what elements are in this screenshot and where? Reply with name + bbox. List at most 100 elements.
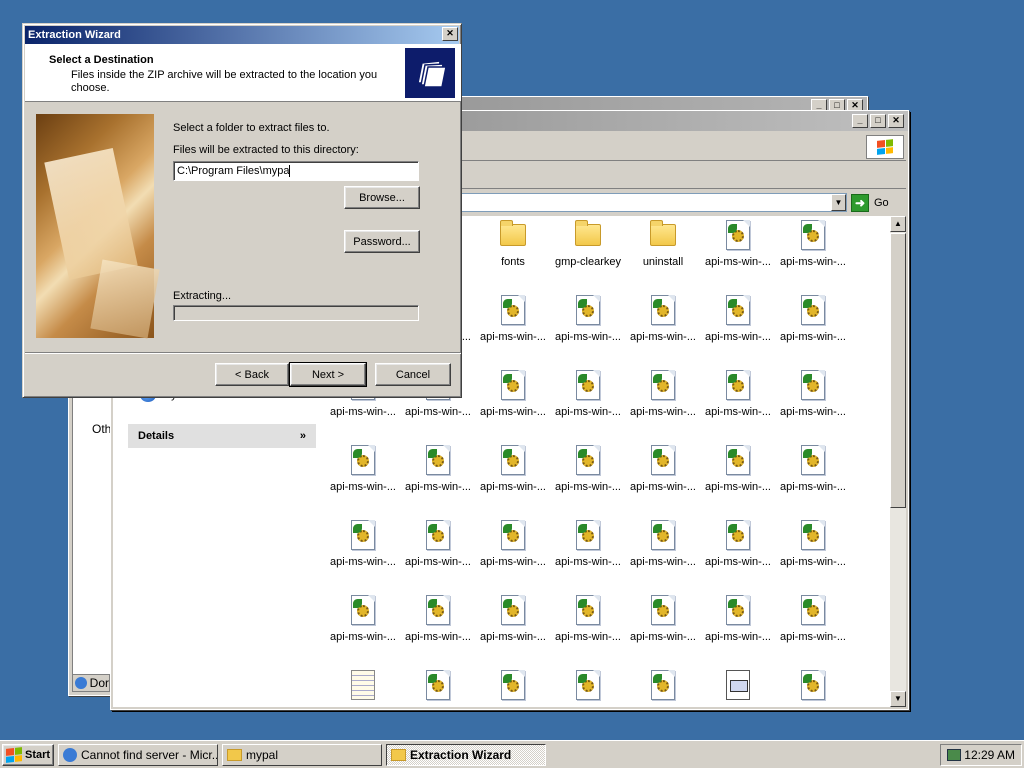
- file-label: api-ms-win-...: [629, 481, 696, 493]
- file-item[interactable]: api-ms-win-...: [777, 520, 849, 568]
- file-item[interactable]: api-ms-win-...: [627, 445, 699, 493]
- file-item[interactable]: api-ms-win-...: [627, 520, 699, 568]
- file-item[interactable]: api-ms-win-...: [627, 595, 699, 643]
- file-item[interactable]: api-ms-win-...: [627, 370, 699, 418]
- file-item[interactable]: api-ms-win-...: [777, 370, 849, 418]
- minimize-button[interactable]: _: [852, 114, 868, 128]
- wizard-side-image: [36, 114, 154, 338]
- go-button[interactable]: ➜ Go: [851, 193, 901, 213]
- file-item[interactable]: [702, 670, 774, 706]
- file-item[interactable]: api-ms-win-...: [477, 595, 549, 643]
- dll-file-icon: [651, 445, 675, 475]
- file-item[interactable]: [777, 670, 849, 706]
- file-item[interactable]: api-ms-win-...: [702, 220, 774, 268]
- dll-file-icon: [501, 670, 525, 700]
- desktop-partial-text: Oth: [92, 422, 112, 436]
- file-item[interactable]: api-ms-win-...: [777, 295, 849, 343]
- file-item[interactable]: api-ms-win-...: [552, 295, 624, 343]
- chevron-down-icon[interactable]: »: [300, 430, 306, 442]
- file-item[interactable]: gmp-clearkey: [552, 220, 624, 268]
- file-item[interactable]: [477, 670, 549, 706]
- dll-file-icon: [576, 295, 600, 325]
- cancel-button[interactable]: Cancel: [375, 363, 451, 386]
- file-item[interactable]: api-ms-win-...: [402, 520, 474, 568]
- network-tray-icon[interactable]: [947, 749, 961, 761]
- file-label: api-ms-win-...: [479, 631, 546, 643]
- file-label: api-ms-win-...: [704, 631, 771, 643]
- details-header[interactable]: Details »: [128, 424, 316, 448]
- dll-file-icon: [426, 445, 450, 475]
- file-item[interactable]: api-ms-win-...: [477, 520, 549, 568]
- file-label: api-ms-win-...: [629, 556, 696, 568]
- file-item[interactable]: api-ms-win-...: [702, 295, 774, 343]
- details-label: Details: [138, 430, 175, 442]
- file-label: api-ms-win-...: [329, 406, 396, 418]
- wizard-titlebar[interactable]: Extraction Wizard: [25, 26, 459, 44]
- file-item[interactable]: api-ms-win-...: [552, 520, 624, 568]
- status-tab-label: Dor: [89, 676, 109, 690]
- file-item[interactable]: api-ms-win-...: [702, 595, 774, 643]
- folder-icon: [650, 220, 676, 246]
- file-item[interactable]: api-ms-win-...: [477, 445, 549, 493]
- windows-logo-icon: [866, 135, 904, 159]
- file-label: api-ms-win-...: [329, 481, 396, 493]
- file-item[interactable]: api-ms-win-...: [477, 295, 549, 343]
- status-tab[interactable]: Dor: [72, 674, 110, 692]
- go-label: Go: [874, 197, 889, 209]
- wizard-title: Extraction Wizard: [28, 29, 121, 41]
- address-input[interactable]: [459, 193, 847, 212]
- file-label: api-ms-win-...: [479, 331, 546, 343]
- file-item[interactable]: api-ms-win-...: [402, 445, 474, 493]
- file-item[interactable]: fonts: [477, 220, 549, 268]
- back-button[interactable]: < Back: [215, 363, 289, 386]
- file-label: fonts: [501, 256, 525, 268]
- file-label: api-ms-win-...: [554, 481, 621, 493]
- go-arrow-icon: ➜: [851, 194, 869, 212]
- password-button[interactable]: Password...: [344, 230, 420, 253]
- browse-button[interactable]: Browse...: [344, 186, 420, 209]
- dll-file-icon: [501, 445, 525, 475]
- file-item[interactable]: api-ms-win-...: [777, 220, 849, 268]
- scroll-down-button[interactable]: ▼: [890, 691, 906, 707]
- file-item[interactable]: api-ms-win-...: [402, 595, 474, 643]
- taskbar-item-browser[interactable]: Cannot find server - Micr...: [58, 744, 218, 766]
- file-item[interactable]: api-ms-win-...: [777, 445, 849, 493]
- file-item[interactable]: api-ms-win-...: [702, 445, 774, 493]
- close-button[interactable]: ✕: [888, 114, 904, 128]
- file-item[interactable]: api-ms-win-...: [552, 370, 624, 418]
- folder-icon: [227, 749, 242, 761]
- file-item[interactable]: api-ms-win-...: [552, 445, 624, 493]
- file-item[interactable]: uninstall: [627, 220, 699, 268]
- file-item[interactable]: [627, 670, 699, 706]
- clock[interactable]: 12:29 AM: [964, 748, 1015, 762]
- file-item[interactable]: api-ms-win-...: [627, 295, 699, 343]
- start-button[interactable]: Start: [2, 744, 54, 766]
- file-item[interactable]: api-ms-win-...: [327, 445, 399, 493]
- maximize-button[interactable]: □: [870, 114, 886, 128]
- taskbar-item-label: Extraction Wizard: [410, 748, 512, 762]
- scroll-up-button[interactable]: ▲: [890, 216, 906, 232]
- dll-file-icon: [576, 445, 600, 475]
- next-button[interactable]: Next >: [289, 362, 367, 387]
- file-item[interactable]: api-ms-win-...: [552, 595, 624, 643]
- scroll-thumb[interactable]: [890, 233, 906, 508]
- file-item[interactable]: [327, 670, 399, 706]
- directory-label: Files will be extracted to this director…: [173, 144, 359, 156]
- file-label: api-ms-win-...: [479, 406, 546, 418]
- close-button[interactable]: ✕: [442, 27, 458, 41]
- file-item[interactable]: api-ms-win-...: [477, 370, 549, 418]
- file-item[interactable]: api-ms-win-...: [777, 595, 849, 643]
- file-item[interactable]: [552, 670, 624, 706]
- file-label: api-ms-win-...: [629, 331, 696, 343]
- taskbar-item-mypal[interactable]: mypal: [222, 744, 382, 766]
- file-item[interactable]: api-ms-win-...: [327, 595, 399, 643]
- file-item[interactable]: api-ms-win-...: [702, 520, 774, 568]
- address-dropdown-button[interactable]: ▼: [831, 194, 846, 211]
- vertical-scrollbar[interactable]: ▲ ▼: [890, 216, 906, 707]
- taskbar-item-extraction-wizard[interactable]: Extraction Wizard: [386, 744, 546, 766]
- dll-file-icon: [576, 670, 600, 700]
- file-item[interactable]: api-ms-win-...: [327, 520, 399, 568]
- destination-path-input[interactable]: C:\Program Files\mypa: [173, 161, 419, 181]
- file-item[interactable]: api-ms-win-...: [702, 370, 774, 418]
- file-item[interactable]: [402, 670, 474, 706]
